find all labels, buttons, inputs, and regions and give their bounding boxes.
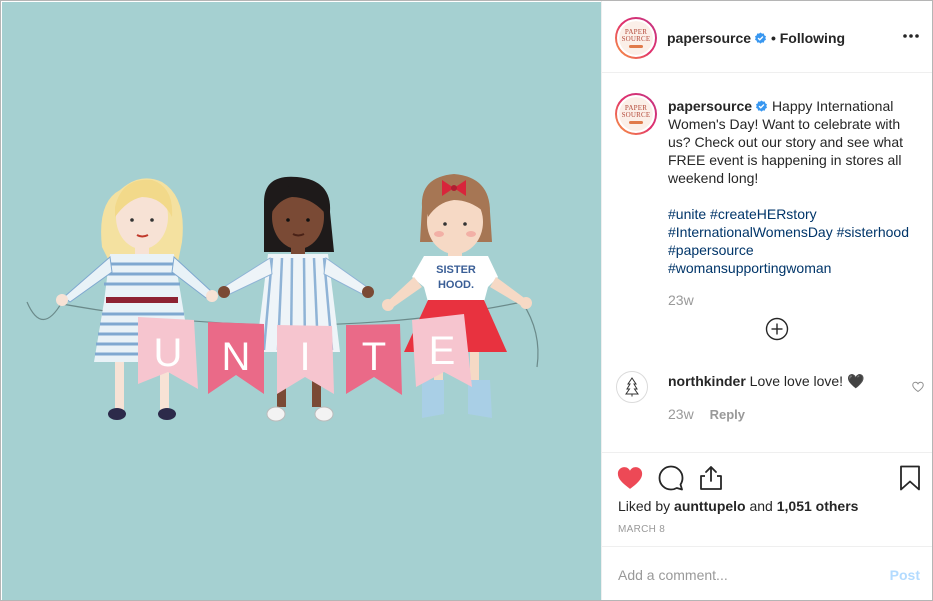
share-icon[interactable]: [698, 465, 724, 491]
caption-username[interactable]: papersource: [668, 98, 752, 114]
plus-circle-icon[interactable]: [765, 317, 789, 341]
header-identity: papersource • Following: [667, 30, 845, 46]
likes-joiner: and: [749, 498, 773, 514]
banner-letter-e: E: [429, 329, 456, 373]
tree-icon: [625, 377, 639, 397]
header-username[interactable]: papersource: [667, 30, 751, 46]
post-window: SISTER HOOD. U N I T E PAPER SOURCE pape…: [0, 0, 933, 601]
bookmark-icon[interactable]: [899, 465, 921, 491]
post-header: PAPER SOURCE papersource • Following: [602, 1, 932, 73]
banner-letter-n: N: [222, 335, 251, 379]
papersource-logo: PAPER SOURCE: [619, 97, 653, 131]
comment-text: Love love love! 🖤: [749, 373, 865, 389]
post-date[interactable]: MARCH 8: [618, 524, 665, 535]
hashtag-link[interactable]: #sisterhood: [837, 224, 909, 240]
logo-mark: [629, 120, 643, 124]
separator-dot: •: [770, 30, 776, 46]
banner-letter-u: U: [154, 331, 183, 375]
commenter-avatar[interactable]: [616, 371, 648, 403]
comments-section[interactable]: PAPER SOURCE papersource Happy Internati…: [602, 73, 932, 453]
hashtag-link[interactable]: #InternationalWomensDay: [668, 224, 833, 240]
comment-icon[interactable]: [658, 465, 684, 491]
comment-username[interactable]: northkinder: [668, 373, 746, 389]
shirt-text-line1: SISTER: [436, 264, 476, 276]
logo-mark: [629, 44, 643, 48]
caption-author-avatar[interactable]: PAPER SOURCE: [615, 93, 657, 135]
comment-item: northkinder Love love love! 🖤 23w Reply: [602, 368, 932, 428]
hashtag-link[interactable]: #papersource: [668, 242, 754, 258]
figure-brown-hair: SISTER HOOD.: [382, 174, 532, 418]
verified-icon: [755, 32, 767, 44]
following-button[interactable]: Following: [780, 30, 845, 46]
likes-prefix: Liked by: [618, 498, 671, 514]
comment-meta: 23w Reply: [668, 406, 745, 422]
likes-summary: Liked by aunttupelo and 1,051 others: [618, 498, 858, 514]
verified-icon: [756, 100, 768, 112]
papersource-logo: PAPER SOURCE: [619, 21, 653, 55]
heart-outline-icon[interactable]: [912, 381, 924, 393]
comment-timestamp[interactable]: 23w: [668, 406, 694, 422]
post-image[interactable]: SISTER HOOD. U N I T E: [2, 2, 601, 600]
comment-body: northkinder Love love love! 🖤: [668, 373, 864, 390]
unite-banner: U N I T E: [138, 314, 472, 395]
hashtag-link[interactable]: #womansupportingwoman: [668, 260, 831, 276]
liked-by-user[interactable]: aunttupelo: [674, 498, 746, 514]
reply-button[interactable]: Reply: [710, 407, 745, 422]
post-comment-button[interactable]: Post: [890, 567, 920, 583]
author-avatar[interactable]: PAPER SOURCE: [615, 17, 657, 59]
logo-line2: SOURCE: [621, 34, 651, 43]
caption-timestamp[interactable]: 23w: [668, 292, 694, 308]
others-count[interactable]: 1,051 others: [777, 498, 859, 514]
hashtag-link[interactable]: #createHERstory: [710, 206, 817, 222]
banner-letter-i: I: [299, 335, 310, 379]
add-comment-bar: Post: [602, 546, 932, 600]
caption: papersource Happy International Women's …: [668, 97, 924, 187]
shirt-text-line2: HOOD.: [438, 279, 474, 291]
more-options-icon[interactable]: [902, 27, 920, 45]
heart-icon[interactable]: [617, 465, 643, 491]
post-illustration: SISTER HOOD. U N I T E: [26, 174, 539, 422]
hashtag-link[interactable]: #unite: [668, 206, 706, 222]
logo-line2: SOURCE: [621, 110, 651, 119]
post-details-panel: PAPER SOURCE papersource • Following PAP…: [601, 1, 932, 600]
banner-letter-t: T: [362, 335, 386, 379]
post-actions: Liked by aunttupelo and 1,051 others MAR…: [602, 452, 932, 546]
comment-input[interactable]: [618, 565, 868, 585]
caption-hashtags: #unite #createHERstory #InternationalWom…: [668, 205, 924, 277]
